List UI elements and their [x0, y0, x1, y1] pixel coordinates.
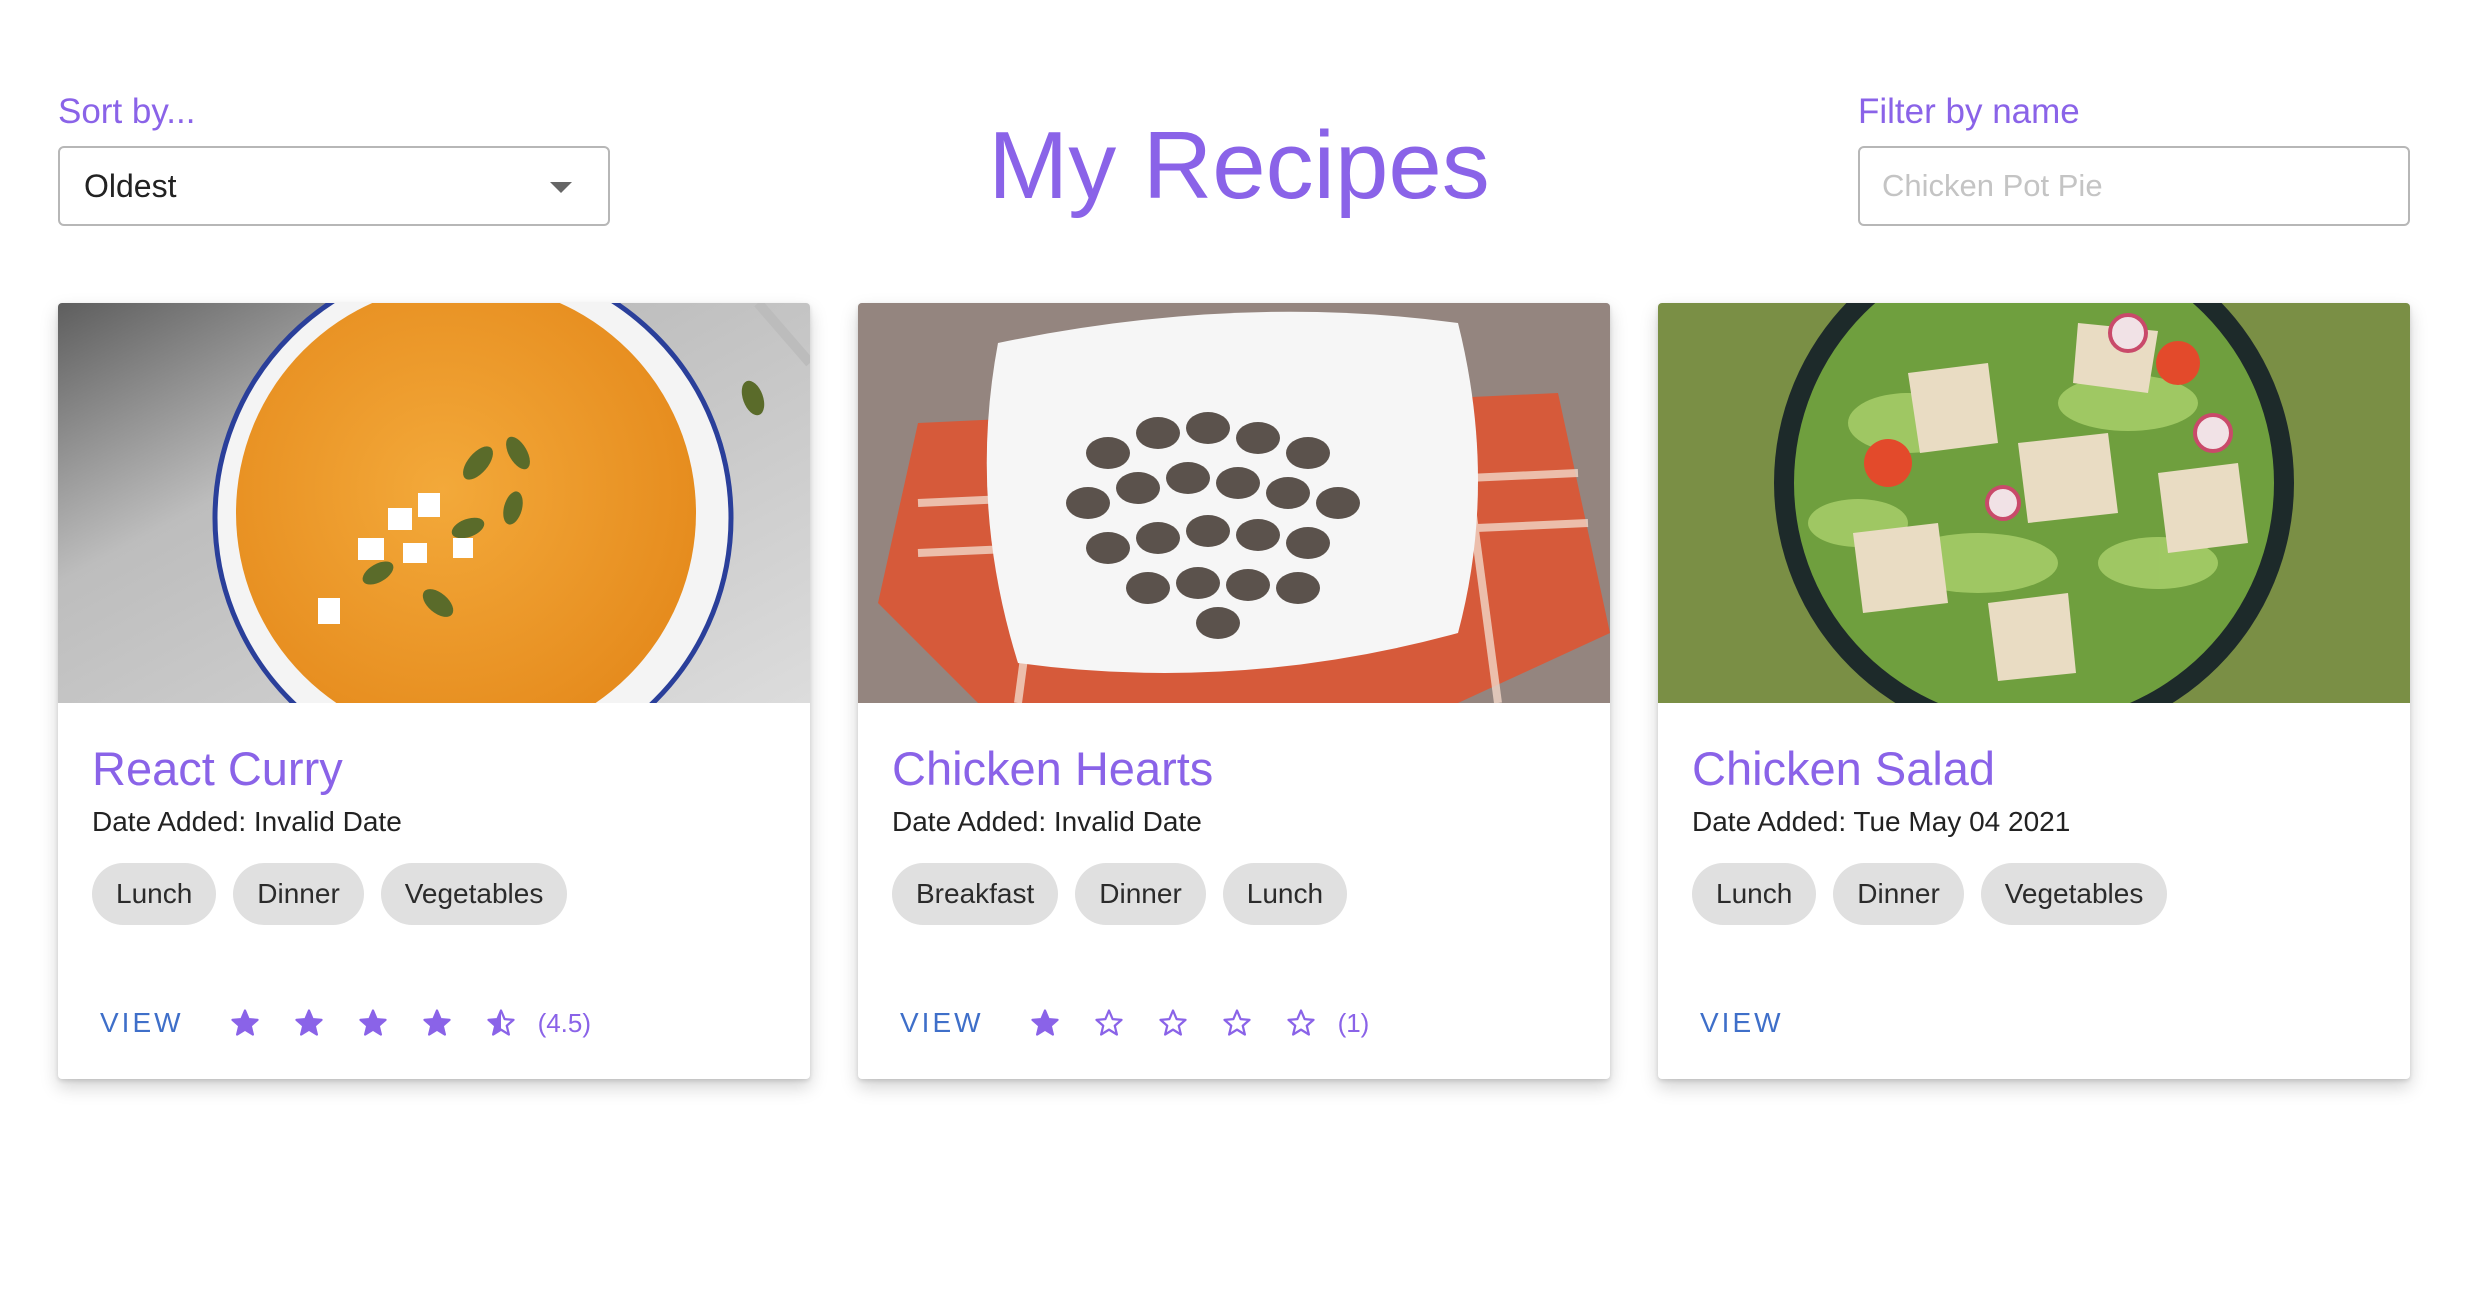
star-outline-icon[interactable]	[1286, 1008, 1316, 1038]
recipe-card: Chicken Salad Date Added: Tue May 04 202…	[1658, 303, 2410, 1079]
tag-chip[interactable]: Vegetables	[380, 863, 568, 925]
soup-bowl-image	[58, 303, 810, 703]
star-filled-icon[interactable]	[422, 1008, 452, 1038]
date-added: Date Added: Invalid Date	[92, 806, 402, 838]
recipe-grid: React Curry Date Added: Invalid Date Lun…	[0, 303, 2478, 1083]
date-value: Invalid Date	[253, 806, 402, 837]
chicken-hearts-image	[858, 303, 1610, 703]
filter-input[interactable]	[1858, 146, 2410, 226]
tag-chip[interactable]: Lunch	[92, 863, 217, 925]
tag-chip[interactable]: Breakfast	[892, 863, 1059, 925]
rating-value: (4.5)	[537, 1007, 592, 1038]
card-actions: VIEW (4.5)	[92, 1003, 591, 1043]
date-added: Date Added: Tue May 04 2021	[1692, 806, 2070, 838]
star-filled-icon[interactable]	[1030, 1008, 1060, 1038]
tag-chip[interactable]: Lunch	[1222, 863, 1348, 925]
tag-list: Lunch Dinner Vegetables	[92, 863, 568, 925]
view-button[interactable]: VIEW	[1692, 1007, 1792, 1039]
star-outline-icon[interactable]	[1158, 1008, 1188, 1038]
recipe-title: React Curry	[92, 742, 343, 795]
view-button[interactable]: VIEW	[92, 1007, 192, 1039]
star-filled-icon[interactable]	[358, 1008, 388, 1038]
star-half-icon[interactable]	[486, 1008, 516, 1038]
date-value: Invalid Date	[1053, 806, 1202, 837]
star-outline-icon[interactable]	[1222, 1008, 1252, 1038]
tag-list: Lunch Dinner Vegetables	[1692, 863, 2168, 925]
star-rating[interactable]	[1012, 1008, 1332, 1038]
card-actions: VIEW	[1692, 1003, 1812, 1043]
card-actions: VIEW (1)	[892, 1003, 1369, 1043]
tag-chip[interactable]: Dinner	[233, 863, 364, 925]
date-value: Tue May 04 2021	[1853, 806, 2071, 837]
recipe-card: Chicken Hearts Date Added: Invalid Date …	[858, 303, 1610, 1079]
date-added: Date Added: Invalid Date	[892, 806, 1202, 838]
star-rating[interactable]	[212, 1008, 532, 1038]
tag-chip[interactable]: Dinner	[1833, 863, 1964, 925]
star-outline-icon[interactable]	[1094, 1008, 1124, 1038]
date-prefix: Date Added:	[1692, 806, 1854, 837]
filter-label: Filter by name	[1858, 92, 2080, 131]
salad-bowl-image	[1658, 303, 2410, 703]
star-filled-icon[interactable]	[294, 1008, 324, 1038]
recipe-title: Chicken Hearts	[892, 742, 1214, 795]
tag-chip[interactable]: Vegetables	[1980, 863, 2168, 925]
view-button[interactable]: VIEW	[892, 1007, 992, 1039]
tag-chip[interactable]: Lunch	[1692, 863, 1817, 925]
tag-list: Breakfast Dinner Lunch	[892, 863, 1348, 925]
date-prefix: Date Added:	[92, 806, 254, 837]
date-prefix: Date Added:	[892, 806, 1054, 837]
recipe-card: React Curry Date Added: Invalid Date Lun…	[58, 303, 810, 1079]
star-filled-icon[interactable]	[230, 1008, 260, 1038]
recipe-title: Chicken Salad	[1692, 742, 1996, 795]
tag-chip[interactable]: Dinner	[1075, 863, 1206, 925]
rating-value: (1)	[1337, 1007, 1370, 1038]
